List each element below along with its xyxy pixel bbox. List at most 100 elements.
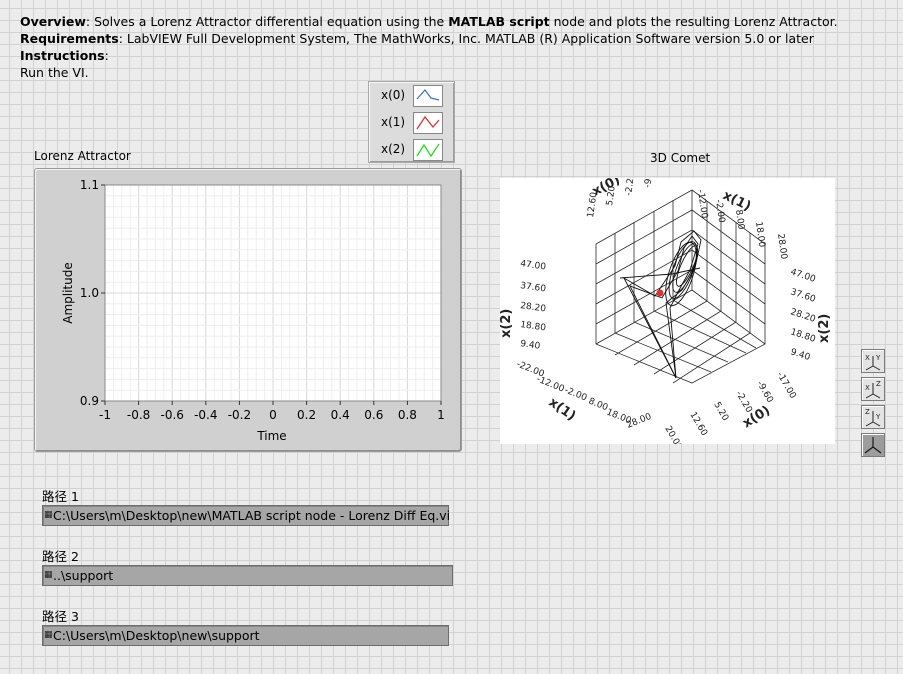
legend-line-x2 xyxy=(416,143,440,158)
requirements-label: Requirements xyxy=(20,31,119,46)
legend-swatch-x1[interactable] xyxy=(413,112,443,134)
reset-view-button[interactable] xyxy=(861,433,885,457)
x-tick-label: 0.8 xyxy=(398,408,417,422)
legend-item-x2[interactable]: x(2) xyxy=(369,138,454,161)
y-axis-label: Amplitude xyxy=(61,262,75,324)
graph-title: Lorenz Attractor xyxy=(34,149,131,163)
overview-line: Overview: Solves a Lorenz Attractor diff… xyxy=(20,13,838,30)
x1-top-tick: 8.00 xyxy=(733,209,746,231)
x0-top-tick: -9.60 xyxy=(643,178,656,188)
path-browse-icon[interactable]: ▦ xyxy=(44,509,53,521)
svg-text:Y: Y xyxy=(875,413,881,421)
z-tick-left: 47.00 xyxy=(520,259,547,273)
y-tick-label: 1.1 xyxy=(80,178,99,192)
plot-legend[interactable]: x(0) x(1) x(2) xyxy=(368,81,455,163)
z-tick-left: 37.60 xyxy=(520,281,547,295)
z-tick-right: 47.00 xyxy=(789,267,817,285)
path-2-value[interactable]: ..\support xyxy=(53,568,113,583)
z-tick-left: 18.80 xyxy=(520,320,547,334)
x-axis-label: Time xyxy=(256,429,286,443)
instructions-label: Instructions xyxy=(20,48,105,63)
z-tick-right: 18.80 xyxy=(789,327,817,345)
x1-top-tick: -2.00 xyxy=(713,199,726,224)
x-tick-label: -0.4 xyxy=(194,408,217,422)
svg-text:X: X xyxy=(865,354,870,362)
svg-text:Z: Z xyxy=(876,380,881,388)
x0-tick: -9.60 xyxy=(754,380,774,405)
path-3-value[interactable]: C:\Users\m\Desktop\new\support xyxy=(53,628,260,643)
run-instructions: Run the VI. xyxy=(20,65,89,80)
x-tick-label: 0.4 xyxy=(331,408,350,422)
x1-tick: -12.00 xyxy=(535,375,566,395)
x1-top-tick: 28.00 xyxy=(775,233,789,260)
x-tick-label: -1 xyxy=(99,408,111,422)
z-tick-left: 28.20 xyxy=(520,301,547,315)
legend-label: x(2) xyxy=(381,142,406,156)
requirements-text: : LabVIEW Full Development System, The M… xyxy=(118,31,814,46)
legend-item-x0[interactable]: x(0) xyxy=(369,84,454,107)
legend-swatch-x0[interactable] xyxy=(413,85,443,107)
3d-comet-plot[interactable]: x(0) x(1) x(2) x(2) x(1) x(0) 47.00 37.6… xyxy=(499,164,835,452)
path-2-field[interactable]: ▦ ..\support xyxy=(42,565,453,586)
comet-title: 3D Comet xyxy=(650,151,711,165)
x0-tick: 20.00 xyxy=(662,425,684,445)
path-3-field[interactable]: ▦ C:\Users\m\Desktop\new\support xyxy=(42,625,449,646)
x1-tick: 8.00 xyxy=(587,397,610,414)
svg-text:Y: Y xyxy=(875,354,881,362)
x0-tick: -17.00 xyxy=(774,371,797,401)
rotate-xy-icon: XY xyxy=(865,354,881,371)
rotate-xz-icon: XZ xyxy=(865,380,881,399)
x-tick-label: -0.2 xyxy=(228,408,251,422)
y-tick-label: 0.9 xyxy=(80,394,99,408)
x0-tick: -2.20 xyxy=(733,390,753,415)
comet-head xyxy=(656,289,664,297)
instructions-colon: : xyxy=(104,48,109,63)
x1-top-tick: 18.00 xyxy=(753,221,767,248)
x-tick-label: 0.6 xyxy=(364,408,383,422)
overview-text: : Solves a Lorenz Attractor differential… xyxy=(85,14,449,29)
legend-label: x(1) xyxy=(381,115,406,129)
legend-swatch-x2[interactable] xyxy=(413,139,443,161)
path-browse-icon[interactable]: ▦ xyxy=(44,569,53,581)
z-tick-right: 9.40 xyxy=(789,347,811,363)
z-tick-left: 9.40 xyxy=(520,339,542,352)
x-tick-label: 0.2 xyxy=(297,408,316,422)
comet-trace xyxy=(619,230,702,379)
x0-top-tick: 12.60 xyxy=(586,191,600,218)
waveform-graph[interactable]: -1 -0.8 -0.6 -0.4 -0.2 0 0.2 0.4 0.6 0.8 1 0.9 1.0 1.… xyxy=(34,168,462,452)
legend-line-x0 xyxy=(416,88,440,101)
x0-top-tick: -2.20 xyxy=(624,178,637,196)
x-tick-label: -0.8 xyxy=(127,408,150,422)
rotate-yz-button[interactable]: ZY xyxy=(861,405,885,429)
x0-tick: 12.60 xyxy=(687,411,709,439)
path-1-value[interactable]: C:\Users\m\Desktop\new\MATLAB script nod… xyxy=(53,508,450,523)
x0-tick: 5.20 xyxy=(711,401,730,424)
x-tick-label: -0.6 xyxy=(160,408,183,422)
x1-tick: -2.00 xyxy=(563,386,589,404)
axis-x1-bottom: x(1) xyxy=(546,395,579,424)
x0-top-tick: 5.20 xyxy=(605,185,618,207)
z-tick-right: 28.20 xyxy=(789,307,817,325)
rotate-yz-icon: ZY xyxy=(865,408,881,427)
overview-label: Overview xyxy=(20,14,86,29)
plot-grid xyxy=(104,184,442,402)
path-3-label: 路径 3 xyxy=(42,609,79,624)
overview-bold: MATLAB script xyxy=(448,14,550,29)
x1-tick: 28.00 xyxy=(625,412,653,431)
svg-text:Z: Z xyxy=(865,408,870,416)
path-1-label: 路径 1 xyxy=(42,489,79,504)
legend-line-x1 xyxy=(416,115,440,130)
path-1-field[interactable]: ▦ C:\Users\m\Desktop\new\MATLAB script n… xyxy=(42,505,450,526)
requirements-line: Requirements: LabVIEW Full Development S… xyxy=(20,30,838,47)
axis-x2-left: x(2) xyxy=(500,309,514,338)
x-tick-label: 0 xyxy=(269,408,277,422)
y-tick-label: 1.0 xyxy=(80,286,99,300)
path-browse-icon[interactable]: ▦ xyxy=(44,629,53,641)
path-2-label: 路径 2 xyxy=(42,549,79,564)
reset-view-icon xyxy=(864,437,882,454)
vi-description: Overview: Solves a Lorenz Attractor diff… xyxy=(20,13,838,81)
rotate-xz-button[interactable]: XZ xyxy=(861,377,885,401)
rotate-xy-button[interactable]: XY xyxy=(861,349,885,373)
legend-item-x1[interactable]: x(1) xyxy=(369,111,454,134)
x1-top-tick: -12.00 xyxy=(695,189,709,219)
